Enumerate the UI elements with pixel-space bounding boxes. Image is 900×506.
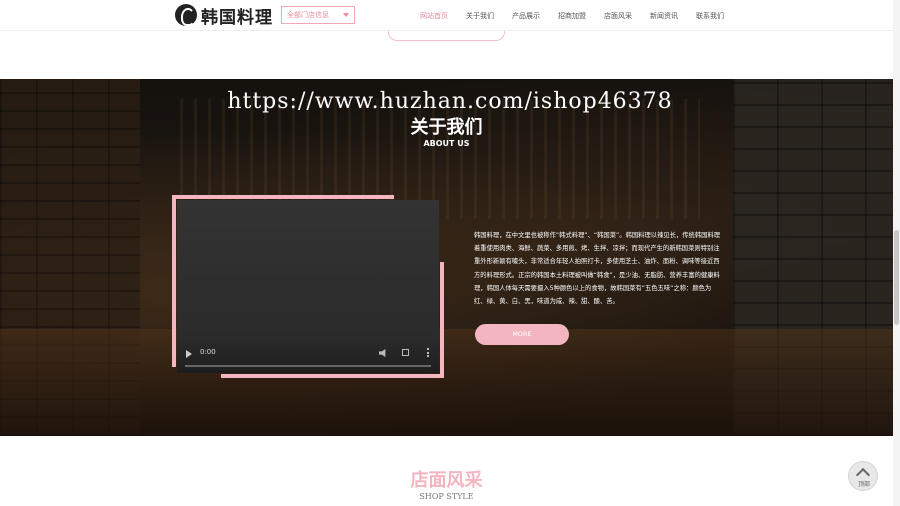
about-section: https://www.huzhan.com/ishop46378 关于我们 A…: [0, 79, 893, 436]
shop-style-title: 店面风采: [410, 470, 483, 491]
page: 韩国料理 全部门店信息 网站首页 关于我们 产品展示 招商加盟 店面风采 新闻资…: [0, 0, 900, 506]
more-button[interactable]: MORE: [475, 324, 569, 345]
nav-item-news[interactable]: 新闻资讯: [650, 11, 678, 21]
video-controls: 0:00: [177, 343, 439, 373]
back-to-top-button[interactable]: 顶部: [848, 461, 878, 491]
about-subtitle: ABOUT US: [423, 139, 470, 148]
scrollbar-thumb[interactable]: [894, 230, 899, 325]
nav-item-products[interactable]: 产品展示: [512, 11, 540, 21]
back-to-top-label: 顶部: [857, 481, 870, 488]
about-description: 韩国料理，在中文里也被称作“韩式料理”、“韩国菜”。韩国料理以辣见长，传统韩国料…: [474, 232, 721, 306]
about-title: 关于我们: [410, 117, 483, 138]
main-nav: 网站首页 关于我们 产品展示 招商加盟 店面风采 新闻资讯 联系我们: [410, 0, 733, 31]
video-progress-bar[interactable]: [185, 365, 431, 367]
video-player[interactable]: 0:00: [177, 200, 439, 373]
more-options-icon[interactable]: [427, 348, 429, 357]
flame-logo-icon: [175, 4, 197, 26]
page-scrollbar[interactable]: [893, 0, 900, 506]
nav-item-home[interactable]: 网站首页: [420, 11, 448, 21]
watermark-url: https://www.huzhan.com/ishop46378: [227, 89, 673, 114]
volume-icon[interactable]: [379, 349, 386, 357]
store-select-value: 全部门店信息: [287, 11, 329, 19]
fullscreen-icon[interactable]: [402, 349, 409, 356]
site-header: 韩国料理 全部门店信息 网站首页 关于我们 产品展示 招商加盟 店面风采 新闻资…: [0, 0, 893, 31]
store-select-dropdown[interactable]: 全部门店信息: [281, 6, 355, 24]
shop-style-subtitle: SHOP STYLE: [419, 492, 474, 501]
play-icon[interactable]: [186, 350, 192, 358]
video-time: 0:00: [200, 348, 216, 356]
logo[interactable]: 韩国料理: [175, 4, 273, 28]
nav-item-contact[interactable]: 联系我们: [696, 11, 724, 21]
chevron-down-icon: [343, 13, 349, 17]
nav-item-about[interactable]: 关于我们: [466, 11, 494, 21]
logo-text: 韩国料理: [201, 7, 273, 28]
nav-item-shop-style[interactable]: 店面风采: [604, 11, 632, 21]
nav-item-franchise[interactable]: 招商加盟: [558, 11, 586, 21]
